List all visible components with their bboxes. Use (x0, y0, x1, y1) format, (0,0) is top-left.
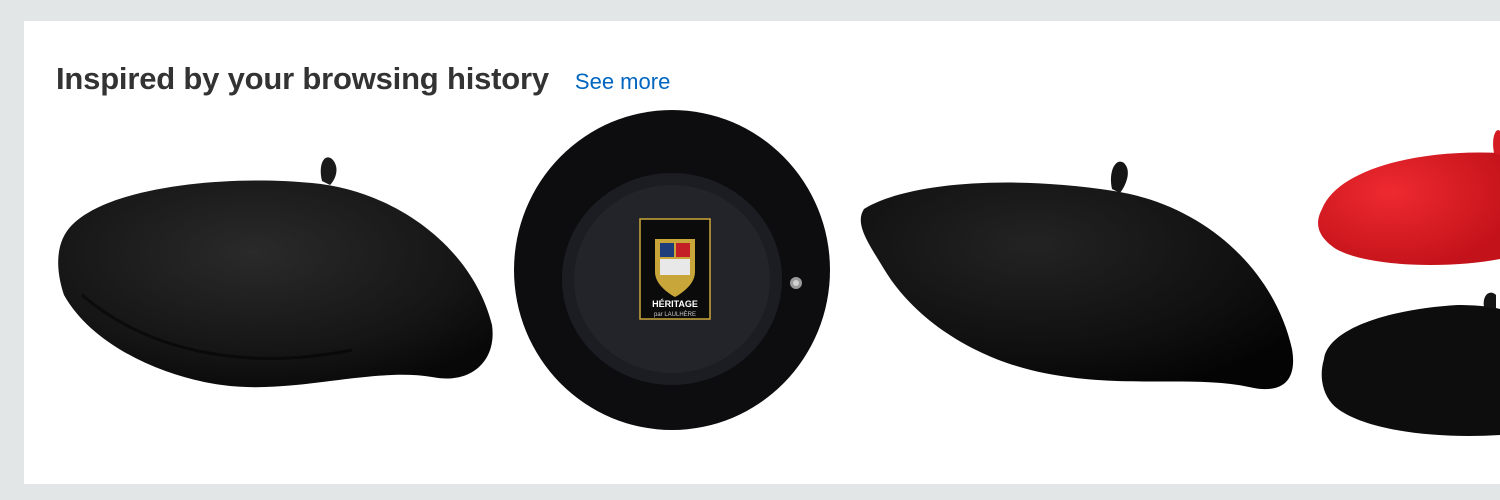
red-and-black-berets-image (1318, 130, 1500, 436)
product-item-4[interactable] (1308, 109, 1500, 439)
black-beret-angled-view-image (860, 161, 1294, 390)
black-beret-side-view-image (58, 157, 493, 388)
recommendation-card: Inspired by your browsing history See mo… (24, 21, 1500, 484)
product-item-1[interactable] (52, 145, 500, 405)
heritage-label-text: HÉRITAGE (652, 299, 698, 309)
product-item-2[interactable]: HÉRITAGE par LAULHÈRE (510, 107, 834, 433)
product-item-3[interactable] (854, 149, 1300, 419)
heritage-label-subtext: par LAULHÈRE (654, 311, 696, 318)
see-more-link[interactable]: See more (575, 69, 670, 95)
section-title: Inspired by your browsing history (56, 61, 549, 96)
black-beret-inside-view-image: HÉRITAGE par LAULHÈRE (514, 110, 830, 430)
section-header: Inspired by your browsing history See mo… (56, 61, 670, 97)
